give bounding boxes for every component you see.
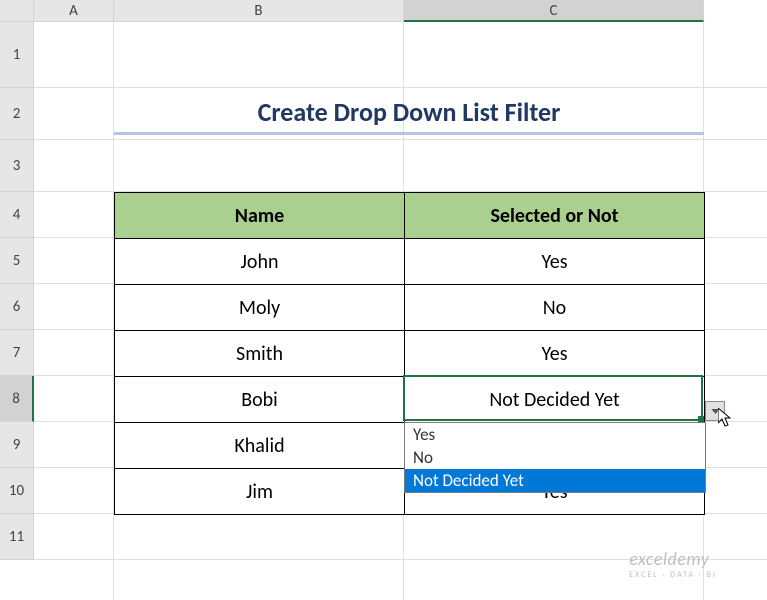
cell[interactable]: Bobi bbox=[115, 377, 405, 423]
dropdown-button[interactable] bbox=[705, 401, 725, 421]
cell[interactable]: Not Decided Yet bbox=[405, 377, 705, 423]
table-row: JohnYes bbox=[115, 239, 705, 285]
dropdown-option[interactable]: Yes bbox=[405, 423, 705, 446]
table-header[interactable]: Selected or Not bbox=[405, 193, 705, 239]
grid-area[interactable]: Create Drop Down List Filter NameSelected… bbox=[34, 22, 767, 600]
row-header-10[interactable]: 10 bbox=[0, 468, 34, 514]
row-header-9[interactable]: 9 bbox=[0, 422, 34, 468]
page-title: Create Drop Down List Filter bbox=[114, 96, 704, 135]
watermark: exceldemy EXCEL · DATA · BI bbox=[629, 548, 717, 580]
chevron-down-icon bbox=[711, 409, 720, 414]
row-header-8[interactable]: 8 bbox=[0, 376, 34, 422]
column-header-A[interactable]: A bbox=[34, 0, 114, 22]
cell[interactable]: Moly bbox=[115, 285, 405, 331]
dropdown-option[interactable]: Not Decided Yet bbox=[405, 469, 705, 492]
table-header[interactable]: Name bbox=[115, 193, 405, 239]
table-row: SmithYes bbox=[115, 331, 705, 377]
row-headers: 1234567891011 bbox=[0, 22, 34, 560]
column-headers: ABC bbox=[0, 0, 704, 22]
table-row: BobiNot Decided Yet bbox=[115, 377, 705, 423]
select-all-corner[interactable] bbox=[0, 0, 34, 22]
row-header-1[interactable]: 1 bbox=[0, 22, 34, 88]
watermark-brand: exceldemy bbox=[629, 548, 709, 570]
cell[interactable]: Jim bbox=[115, 469, 405, 515]
spreadsheet: ABC 1234567891011 Create Drop Down List … bbox=[0, 0, 767, 600]
row-header-2[interactable]: 2 bbox=[0, 88, 34, 140]
dropdown-option[interactable]: No bbox=[405, 446, 705, 469]
cell[interactable]: Yes bbox=[405, 331, 705, 377]
row-header-6[interactable]: 6 bbox=[0, 284, 34, 330]
row-header-3[interactable]: 3 bbox=[0, 140, 34, 192]
row-header-4[interactable]: 4 bbox=[0, 192, 34, 238]
cell[interactable]: No bbox=[405, 285, 705, 331]
dropdown-list[interactable]: YesNoNot Decided Yet bbox=[404, 422, 706, 493]
cell[interactable]: Khalid bbox=[115, 423, 405, 469]
cell[interactable]: John bbox=[115, 239, 405, 285]
table-row: MolyNo bbox=[115, 285, 705, 331]
cell[interactable]: Yes bbox=[405, 239, 705, 285]
row-header-5[interactable]: 5 bbox=[0, 238, 34, 284]
cell[interactable]: Smith bbox=[115, 331, 405, 377]
watermark-tag: EXCEL · DATA · BI bbox=[629, 570, 717, 580]
row-header-11[interactable]: 11 bbox=[0, 514, 34, 560]
column-header-C[interactable]: C bbox=[404, 0, 704, 22]
row-header-7[interactable]: 7 bbox=[0, 330, 34, 376]
column-header-B[interactable]: B bbox=[114, 0, 404, 22]
